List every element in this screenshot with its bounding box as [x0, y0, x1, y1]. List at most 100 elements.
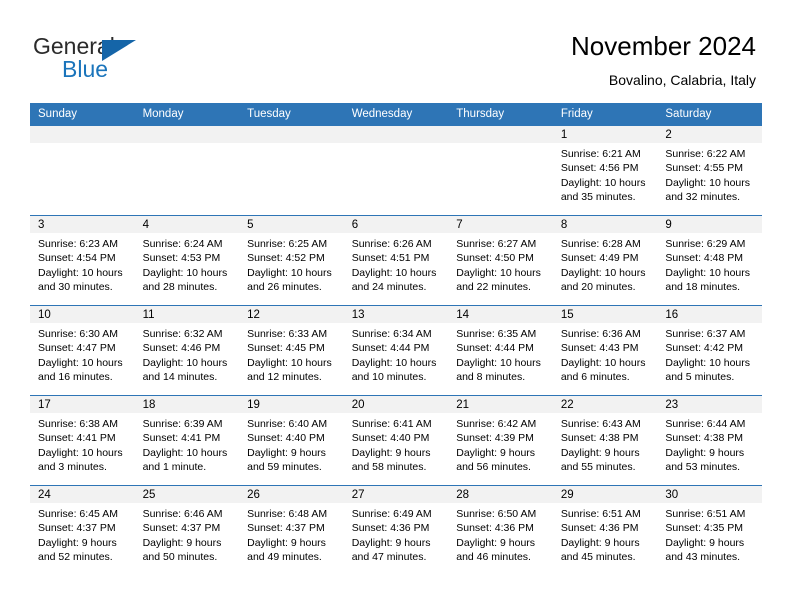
day-cell[interactable]: 23 Sunrise: 6:44 AM Sunset: 4:38 PM Dayligh… — [657, 395, 762, 486]
day-cell[interactable]: 6 Sunrise: 6:26 AM Sunset: 4:51 PM Daylight… — [343, 215, 449, 306]
day-details: Sunrise: 6:36 AM Sunset: 4:43 PM Daylight:… — [553, 323, 658, 384]
sunrise-text: Sunrise: 6:39 AM — [142, 418, 223, 430]
day-cell[interactable]: 20 Sunrise: 6:41 AM Sunset: 4:40 PM Dayligh… — [343, 395, 449, 486]
daylight-text-line1: Daylight: 9 hours — [456, 536, 536, 549]
day-cell[interactable]: 5 Sunrise: 6:25 AM Sunset: 4:52 PM Daylight… — [239, 215, 344, 306]
sunset-text: Sunset: 4:44 PM — [351, 342, 430, 355]
weekday-header-sunday: Sunday — [30, 103, 135, 126]
daylight-text-line1: Daylight: 9 hours — [456, 446, 536, 459]
day-details: Sunrise: 6:34 AM Sunset: 4:44 PM Daylight:… — [344, 323, 449, 384]
daylight-text-line1: Daylight: 9 hours — [560, 446, 640, 459]
day-details: Sunrise: 6:30 AM Sunset: 4:47 PM Daylight:… — [30, 323, 135, 384]
calendar-week-row: 3 Sunrise: 6:23 AM Sunset: 4:54 PM Daylight… — [30, 215, 762, 306]
sunrise-text: Sunrise: 6:38 AM — [38, 418, 118, 430]
day-details: Sunrise: 6:23 AM Sunset: 4:54 PM Daylight:… — [30, 233, 135, 294]
day-cell[interactable]: 29 Sunrise: 6:51 AM Sunset: 4:36 PM Dayligh… — [552, 485, 658, 576]
day-cell[interactable]: 12 Sunrise: 6:33 AM Sunset: 4:45 PM Dayligh… — [239, 305, 344, 396]
sunset-text: Sunset: 4:51 PM — [351, 252, 430, 265]
day-cell[interactable]: 11 Sunrise: 6:32 AM Sunset: 4:46 PM Dayligh… — [134, 305, 240, 396]
sunset-text: Sunset: 4:43 PM — [560, 342, 639, 355]
daylight-text-line2: and 35 minutes. — [560, 190, 636, 203]
calendar-week-row: 10 Sunrise: 6:30 AM Sunset: 4:47 PM Dayligh… — [30, 305, 762, 396]
day-number: 13 — [343, 306, 449, 323]
calendar-week-row: 1 Sunrise: 6:21 AM Sunset: 4:56 PM Daylight… — [30, 125, 762, 216]
sunset-text: Sunset: 4:47 PM — [38, 342, 116, 355]
sunset-text: Sunset: 4:40 PM — [351, 432, 430, 445]
day-cell[interactable]: 24 Sunrise: 6:45 AM Sunset: 4:37 PM Dayligh… — [30, 485, 135, 576]
day-number: 18 — [134, 396, 240, 413]
calendar-table: Sunday Monday Tuesday Wednesday Thursday… — [30, 103, 762, 576]
day-cell[interactable]: 30 Sunrise: 6:51 AM Sunset: 4:35 PM Dayligh… — [657, 485, 762, 576]
sunset-text: Sunset: 4:37 PM — [247, 522, 325, 535]
calendar-page: General Blue November 2024 Bovalino, Cal… — [0, 0, 792, 612]
day-cell[interactable]: 10 Sunrise: 6:30 AM Sunset: 4:47 PM Dayligh… — [30, 305, 135, 396]
day-number: 24 — [30, 486, 135, 503]
sunrise-text: Sunrise: 6:40 AM — [247, 418, 328, 430]
day-number — [448, 126, 553, 143]
day-cell[interactable]: 4 Sunrise: 6:24 AM Sunset: 4:53 PM Daylight… — [134, 215, 240, 306]
day-number: 20 — [343, 396, 449, 413]
sunset-text: Sunset: 4:54 PM — [38, 252, 116, 265]
daylight-text-line1: Daylight: 10 hours — [247, 266, 332, 279]
daylight-text-line2: and 49 minutes. — [247, 550, 322, 563]
day-cell[interactable]: 8 Sunrise: 6:28 AM Sunset: 4:49 PM Daylight… — [552, 215, 658, 306]
daylight-text-line2: and 55 minutes. — [560, 460, 636, 473]
day-details: Sunrise: 6:38 AM Sunset: 4:41 PM Daylight:… — [30, 413, 135, 474]
day-number: 7 — [448, 216, 553, 233]
daylight-text-line1: Daylight: 10 hours — [456, 266, 541, 279]
sunset-text: Sunset: 4:52 PM — [247, 252, 325, 265]
sunrise-text: Sunrise: 6:51 AM — [560, 508, 641, 520]
sunrise-text: Sunrise: 6:50 AM — [456, 508, 537, 520]
day-details: Sunrise: 6:29 AM Sunset: 4:48 PM Daylight:… — [657, 233, 762, 294]
day-cell[interactable]: 22 Sunrise: 6:43 AM Sunset: 4:38 PM Dayligh… — [552, 395, 658, 486]
day-cell[interactable]: 1 Sunrise: 6:21 AM Sunset: 4:56 PM Daylight… — [552, 125, 658, 216]
day-cell-empty — [343, 125, 449, 216]
day-cell[interactable]: 16 Sunrise: 6:37 AM Sunset: 4:42 PM Dayligh… — [657, 305, 762, 396]
daylight-text-line2: and 28 minutes. — [142, 280, 218, 293]
brand-logo[interactable]: General Blue — [33, 33, 223, 85]
day-number: 14 — [448, 306, 553, 323]
day-details: Sunrise: 6:39 AM Sunset: 4:41 PM Daylight:… — [135, 413, 240, 474]
day-cell[interactable]: 17 Sunrise: 6:38 AM Sunset: 4:41 PM Dayligh… — [30, 395, 135, 486]
day-cell[interactable]: 3 Sunrise: 6:23 AM Sunset: 4:54 PM Daylight… — [30, 215, 135, 306]
day-cell[interactable]: 21 Sunrise: 6:42 AM Sunset: 4:39 PM Dayligh… — [448, 395, 553, 486]
day-details: Sunrise: 6:37 AM Sunset: 4:42 PM Daylight:… — [657, 323, 762, 384]
daylight-text-line2: and 22 minutes. — [456, 280, 531, 293]
sunrise-text: Sunrise: 6:34 AM — [351, 328, 432, 340]
day-details: Sunrise: 6:22 AM Sunset: 4:55 PM Daylight:… — [657, 143, 762, 204]
day-details: Sunrise: 6:40 AM Sunset: 4:40 PM Daylight:… — [239, 413, 344, 474]
sunset-text: Sunset: 4:44 PM — [456, 342, 534, 355]
day-cell[interactable]: 28 Sunrise: 6:50 AM Sunset: 4:36 PM Dayligh… — [448, 485, 553, 576]
day-number: 1 — [552, 126, 658, 143]
sunrise-text: Sunrise: 6:28 AM — [560, 238, 641, 250]
day-cell[interactable]: 7 Sunrise: 6:27 AM Sunset: 4:50 PM Daylight… — [448, 215, 553, 306]
sunset-text: Sunset: 4:49 PM — [560, 252, 639, 265]
day-cell[interactable]: 9 Sunrise: 6:29 AM Sunset: 4:48 PM Daylight… — [657, 215, 762, 306]
sunrise-text: Sunrise: 6:42 AM — [456, 418, 537, 430]
sunset-text: Sunset: 4:39 PM — [456, 432, 534, 445]
daylight-text-line1: Daylight: 10 hours — [142, 266, 228, 279]
day-number: 26 — [239, 486, 344, 503]
day-cell[interactable]: 26 Sunrise: 6:48 AM Sunset: 4:37 PM Dayligh… — [239, 485, 344, 576]
day-details: Sunrise: 6:44 AM Sunset: 4:38 PM Daylight:… — [657, 413, 762, 474]
day-cell[interactable]: 2 Sunrise: 6:22 AM Sunset: 4:55 PM Daylight… — [657, 125, 762, 216]
day-details: Sunrise: 6:51 AM Sunset: 4:36 PM Daylight:… — [553, 503, 658, 564]
daylight-text-line1: Daylight: 10 hours — [38, 266, 123, 279]
day-cell[interactable]: 14 Sunrise: 6:35 AM Sunset: 4:44 PM Dayligh… — [448, 305, 553, 396]
sunrise-text: Sunrise: 6:36 AM — [560, 328, 641, 340]
day-cell[interactable]: 18 Sunrise: 6:39 AM Sunset: 4:41 PM Dayligh… — [134, 395, 240, 486]
day-cell[interactable]: 19 Sunrise: 6:40 AM Sunset: 4:40 PM Dayligh… — [239, 395, 344, 486]
day-cell[interactable]: 13 Sunrise: 6:34 AM Sunset: 4:44 PM Dayligh… — [343, 305, 449, 396]
sunrise-text: Sunrise: 6:49 AM — [351, 508, 432, 520]
day-cell[interactable]: 15 Sunrise: 6:36 AM Sunset: 4:43 PM Dayligh… — [552, 305, 658, 396]
calendar-body: 1 Sunrise: 6:21 AM Sunset: 4:56 PM Daylight… — [30, 125, 762, 576]
sunrise-text: Sunrise: 6:48 AM — [247, 508, 328, 520]
day-cell[interactable]: 25 Sunrise: 6:46 AM Sunset: 4:37 PM Dayligh… — [134, 485, 240, 576]
day-cell[interactable]: 27 Sunrise: 6:49 AM Sunset: 4:36 PM Dayligh… — [343, 485, 449, 576]
day-number: 21 — [448, 396, 553, 413]
weekday-header-wednesday: Wednesday — [343, 103, 449, 126]
daylight-text-line2: and 43 minutes. — [665, 550, 741, 563]
day-number: 19 — [239, 396, 344, 413]
day-number — [239, 126, 344, 143]
day-number: 12 — [239, 306, 344, 323]
